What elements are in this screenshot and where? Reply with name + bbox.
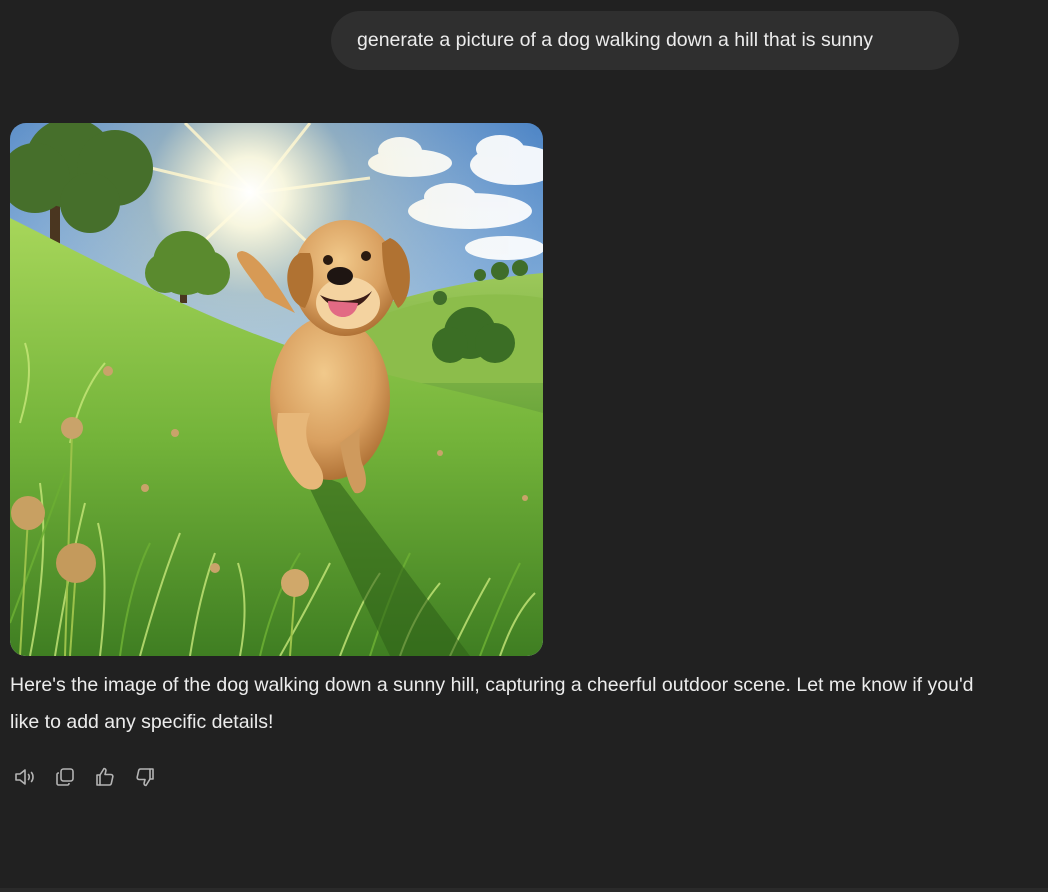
copy-button[interactable] — [50, 762, 80, 792]
thumbs-up-icon — [96, 767, 114, 786]
assistant-message-text: Here's the image of the dog walking down… — [10, 674, 974, 733]
read-aloud-button[interactable] — [10, 762, 40, 792]
speaker-icon — [15, 769, 34, 785]
copy-icon — [56, 768, 74, 786]
user-message-text: generate a picture of a dog walking down… — [357, 29, 873, 51]
message-actions — [10, 762, 170, 792]
thumbs-down-icon — [136, 768, 154, 787]
good-response-button[interactable] — [90, 762, 120, 792]
dog-on-hill-illustration — [10, 123, 543, 656]
bottom-divider — [0, 888, 1048, 892]
generated-image[interactable] — [10, 123, 543, 656]
chat-page: generate a picture of a dog walking down… — [0, 0, 1048, 892]
user-message-bubble: generate a picture of a dog walking down… — [331, 11, 959, 70]
bad-response-button[interactable] — [130, 762, 160, 792]
